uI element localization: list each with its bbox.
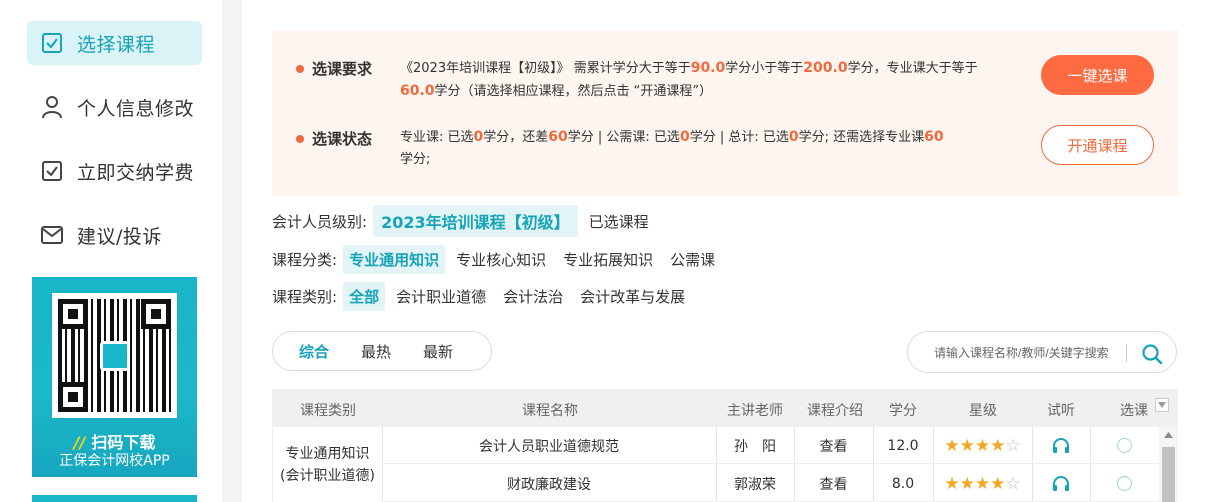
category-chip[interactable]: 公需课 [664,245,721,274]
level-filter-label: 会计人员级别: [272,212,368,231]
sidebar-item-label: 建议/投诉 [77,225,162,248]
headphones-icon[interactable] [1032,465,1090,502]
course-intro-link[interactable]: 查看 [794,465,873,502]
level-filter: 会计人员级别: 2023年培训课程【初级】 已选课程 [272,205,660,237]
main-panel: 选课要求 《2023年培训课程【初级】》 需累计学分大于等于90.0学分小于等于… [242,0,1206,502]
scrollbar-thumb[interactable] [1162,447,1175,502]
status-text: 专业课: 已选0学分，还差60学分 | 公需课: 已选0学分 | 总计: 已选0… [400,129,944,167]
col-header: 课程类别 [300,403,356,419]
search-icon[interactable] [1141,343,1163,365]
app-download-banner[interactable]: //扫码下载 正保会计网校APP [32,277,197,477]
course-notice: 选课要求 《2023年培训课程【初级】》 需累计学分大于等于90.0学分小于等于… [272,30,1178,196]
sort-tabs: 综合 最热 最新 [272,331,492,371]
status-label: 选课状态 [296,128,372,149]
tab-hottest[interactable]: 最热 [361,341,391,362]
type-chip[interactable]: 会计改革与发展 [574,282,691,311]
chevron-down-icon[interactable] [1155,398,1169,412]
col-header: 课程介绍 [807,403,863,419]
next-banner [32,495,197,502]
course-name[interactable]: 财政廉政建设 [382,465,716,502]
type-chip[interactable]: 会计职业道德 [390,282,492,311]
course-teacher: 孙 阳 [734,438,776,455]
course-rating: ★★★★ ☆ [944,473,1021,494]
type-chip[interactable]: 全部 [343,282,386,311]
col-header: 星级 [969,403,997,419]
course-category-cell: 专业通用知识 (会计职业道德) [272,427,382,502]
checkbox-icon [39,30,65,56]
category-chip[interactable]: 专业拓展知识 [557,245,659,274]
category-chip[interactable]: 专业核心知识 [450,245,552,274]
sidebar: 选择课程 个人信息修改 立即交纳学费 建议/投诉 //扫码下载 正保会计网校AP… [0,0,222,502]
level-chip-selected[interactable]: 已选课程 [583,207,655,236]
type-filter: 课程类别: 全部 会计职业道德 会计法治 会计改革与发展 [272,282,696,311]
table-header: 课程类别 课程名称 主讲老师 课程介绍 学分 星级 试听 选课 [272,389,1178,427]
level-chip-active[interactable]: 2023年培训课程【初级】 [373,205,578,237]
course-name[interactable]: 会计人员职业道德规范 [382,427,716,464]
course-credit: 12.0 [887,437,919,454]
course-credit: 8.0 [891,475,915,492]
headphones-icon[interactable] [1032,427,1090,464]
table-row: 会计人员职业道德规范 孙 阳 查看 12.0 ★★★★ ☆ [382,427,1159,464]
search-input[interactable] [934,342,1119,364]
table-row: 财政廉政建设 郭淑荣 查看 8.0 ★★★★ ☆ [382,465,1159,502]
category-filter-label: 课程分类: [272,251,338,269]
one-click-select-button[interactable]: 一键选课 [1041,55,1154,95]
user-icon [39,94,65,120]
type-chip[interactable]: 会计法治 [497,282,569,311]
sidebar-item-feedback[interactable]: 建议/投诉 [27,213,202,257]
category-filter: 课程分类: 专业通用知识 专业核心知识 专业拓展知识 公需课 [272,245,726,274]
sidebar-item-pay-fee[interactable]: 立即交纳学费 [27,149,202,193]
table-scrollbar[interactable] [1159,427,1178,502]
col-header: 试听 [1047,403,1075,419]
checkbox-icon [39,158,65,184]
select-radio[interactable] [1090,427,1159,464]
search-divider [1126,344,1127,362]
col-header: 主讲老师 [727,403,783,419]
open-course-button[interactable]: 开通课程 [1041,125,1154,165]
promo-subtitle: 正保会计网校APP [59,453,170,469]
sidebar-item-label: 立即交纳学费 [77,161,195,184]
sidebar-item-label: 选择课程 [77,33,156,56]
course-rating: ★★★★ ☆ [944,435,1021,456]
course-teacher: 郭淑荣 [734,476,776,493]
course-table: 课程类别 课程名称 主讲老师 课程介绍 学分 星级 试听 选课 专业通用知识 (… [272,389,1178,502]
type-filter-label: 课程类别: [272,288,338,306]
requirement-label: 选课要求 [296,58,372,79]
mail-icon [39,222,65,248]
sidebar-item-select-course[interactable]: 选择课程 [27,21,202,65]
tab-comprehensive[interactable]: 综合 [299,341,329,362]
course-intro-link[interactable]: 查看 [794,427,873,464]
col-header: 学分 [889,403,917,419]
tab-newest[interactable]: 最新 [423,341,453,362]
sidebar-item-label: 个人信息修改 [77,97,195,120]
select-radio[interactable] [1090,465,1159,502]
qr-code [52,293,177,418]
search-box [907,331,1177,373]
sidebar-item-profile[interactable]: 个人信息修改 [27,85,202,129]
requirement-text: 《2023年培训课程【初级】》 需累计学分大于等于90.0学分小于等于200.0… [400,60,978,99]
app-logo-icon [100,341,130,371]
category-chip[interactable]: 专业通用知识 [343,245,446,274]
col-header: 课程名称 [522,403,578,419]
col-header: 选课 [1120,403,1148,419]
